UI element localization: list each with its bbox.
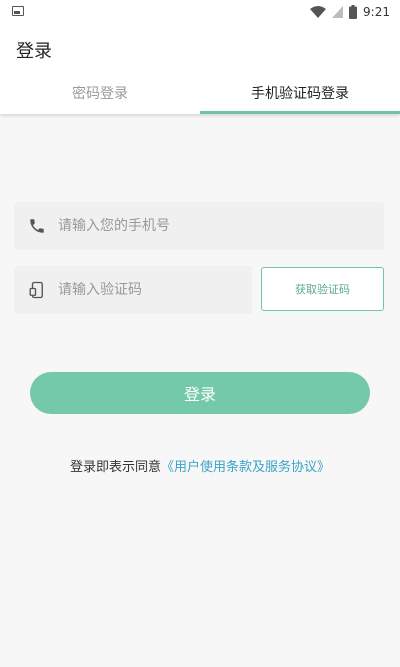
code-field [14, 266, 252, 314]
agreement: 登录即表示同意《用户使用条款及服务协议》 [0, 456, 400, 475]
login-tabs: 密码登录 手机验证码登录 [0, 72, 400, 114]
tab-sms-login[interactable]: 手机验证码登录 [200, 72, 400, 114]
page-title: 登录 [16, 41, 52, 62]
phone-input[interactable] [58, 202, 384, 250]
login-button[interactable]: 登录 [30, 372, 370, 414]
battery-icon [349, 5, 358, 19]
wifi-icon [310, 6, 327, 18]
agreement-prefix: 登录即表示同意 [69, 460, 161, 475]
image-notification-icon [12, 6, 24, 16]
agreement-link[interactable]: 《用户使用条款及服务协议》 [161, 460, 330, 475]
tab-password-login[interactable]: 密码登录 [0, 72, 200, 114]
device-icon [28, 281, 46, 299]
get-code-button[interactable]: 获取验证码 [261, 267, 384, 311]
phone-icon [28, 217, 46, 235]
status-bar: 9:21 [0, 0, 400, 24]
code-input[interactable] [58, 266, 252, 314]
title-bar: 登录 [0, 24, 400, 72]
status-right: 9:21 [310, 3, 390, 21]
status-time: 9:21 [363, 5, 390, 19]
phone-field [14, 202, 384, 250]
signal-icon [332, 6, 344, 18]
